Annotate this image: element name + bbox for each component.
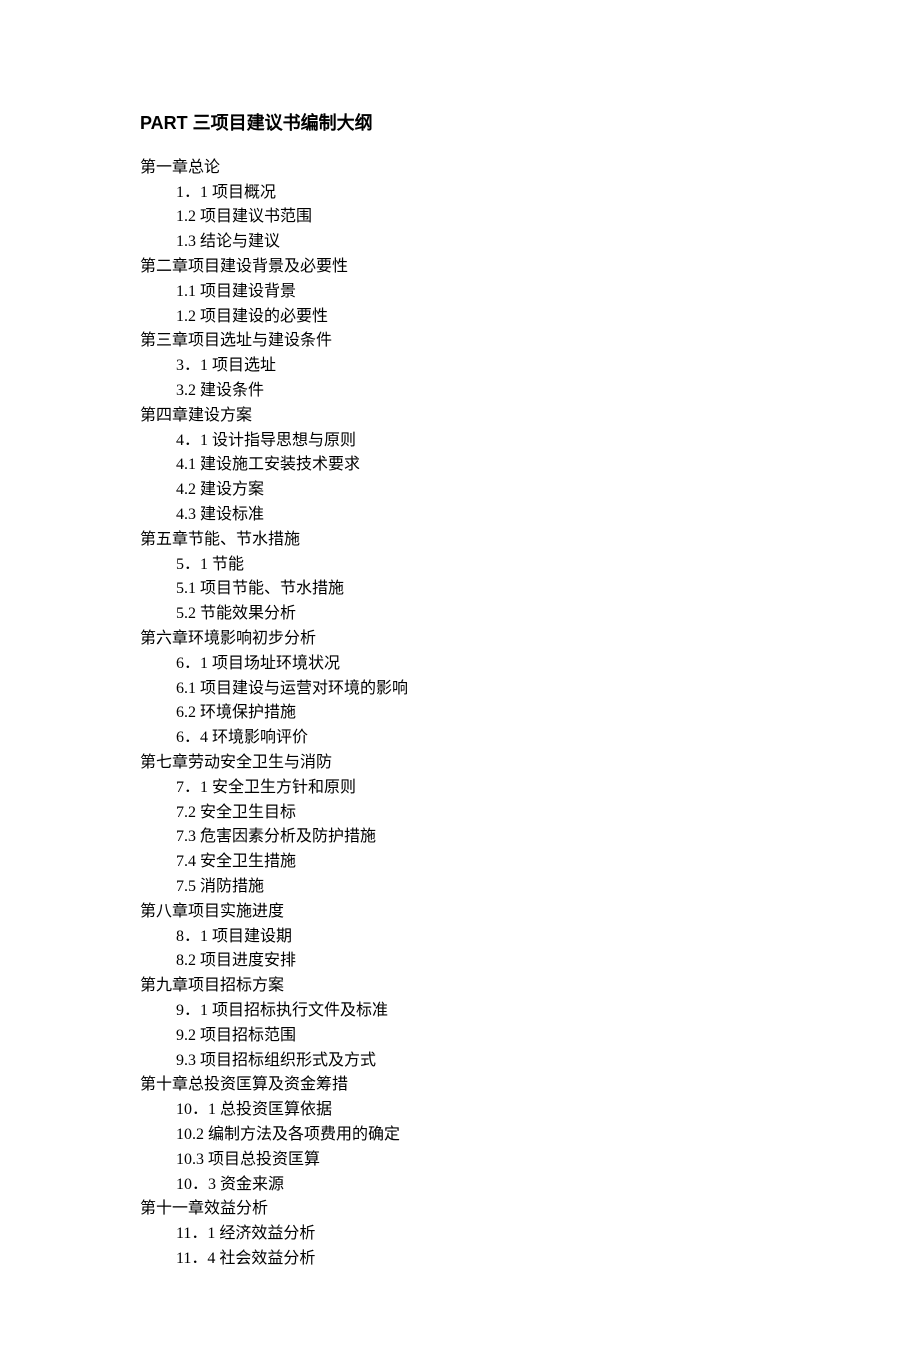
chapter-heading: 第九章项目招标方案: [140, 974, 780, 999]
chapter-heading: 第五章节能、节水措施: [140, 528, 780, 553]
outline-item: 4.3 建设标准: [140, 503, 780, 528]
outline-item: 1．1 项目概况: [140, 181, 780, 206]
outline-item: 6．4 环境影响评价: [140, 726, 780, 751]
outline-item: 9.3 项目招标组织形式及方式: [140, 1049, 780, 1074]
outline-item: 1.2 项目建设的必要性: [140, 305, 780, 330]
outline-item: 1.3 结论与建议: [140, 230, 780, 255]
outline-item: 5．1 节能: [140, 553, 780, 578]
outline-item: 7.2 安全卫生目标: [140, 801, 780, 826]
chapter-heading: 第十章总投资匡算及资金筹措: [140, 1073, 780, 1098]
outline-item: 7.5 消防措施: [140, 875, 780, 900]
chapter-heading: 第二章项目建设背景及必要性: [140, 255, 780, 280]
outline-item: 8．1 项目建设期: [140, 925, 780, 950]
chapter-heading: 第一章总论: [140, 156, 780, 181]
outline-item: 6．1 项目场址环境状况: [140, 652, 780, 677]
outline-item: 9．1 项目招标执行文件及标准: [140, 999, 780, 1024]
chapter-heading: 第六章环境影响初步分析: [140, 627, 780, 652]
outline-item: 3．1 项目选址: [140, 354, 780, 379]
outline-item: 6.1 项目建设与运营对环境的影响: [140, 677, 780, 702]
outline-item: 10．1 总投资匡算依据: [140, 1098, 780, 1123]
document-page: PART 三项目建议书编制大纲 第一章总论 1．1 项目概况 1.2 项目建议书…: [0, 0, 920, 1372]
chapter-heading: 第十一章效益分析: [140, 1197, 780, 1222]
outline-item: 11．4 社会效益分析: [140, 1247, 780, 1272]
outline-item: 8.2 项目进度安排: [140, 949, 780, 974]
chapter-heading: 第四章建设方案: [140, 404, 780, 429]
outline-item: 7.4 安全卫生措施: [140, 850, 780, 875]
outline-item: 5.2 节能效果分析: [140, 602, 780, 627]
outline-item: 5.1 项目节能、节水措施: [140, 577, 780, 602]
outline-item: 10.3 项目总投资匡算: [140, 1148, 780, 1173]
outline-item: 6.2 环境保护措施: [140, 701, 780, 726]
chapter-heading: 第七章劳动安全卫生与消防: [140, 751, 780, 776]
outline-item: 4．1 设计指导思想与原则: [140, 429, 780, 454]
chapter-heading: 第三章项目选址与建设条件: [140, 329, 780, 354]
outline-item: 10.2 编制方法及各项费用的确定: [140, 1123, 780, 1148]
outline-item: 4.1 建设施工安装技术要求: [140, 453, 780, 478]
outline-item: 4.2 建设方案: [140, 478, 780, 503]
doc-title: PART 三项目建议书编制大纲: [140, 110, 780, 138]
outline-item: 1.1 项目建设背景: [140, 280, 780, 305]
outline-item: 10．3 资金来源: [140, 1173, 780, 1198]
chapter-heading: 第八章项目实施进度: [140, 900, 780, 925]
outline-item: 7.3 危害因素分析及防护措施: [140, 825, 780, 850]
outline-body: 第一章总论 1．1 项目概况 1.2 项目建议书范围 1.3 结论与建议 第二章…: [140, 156, 780, 1272]
outline-item: 3.2 建设条件: [140, 379, 780, 404]
outline-item: 11．1 经济效益分析: [140, 1222, 780, 1247]
outline-item: 7．1 安全卫生方针和原则: [140, 776, 780, 801]
outline-item: 9.2 项目招标范围: [140, 1024, 780, 1049]
outline-item: 1.2 项目建议书范围: [140, 205, 780, 230]
